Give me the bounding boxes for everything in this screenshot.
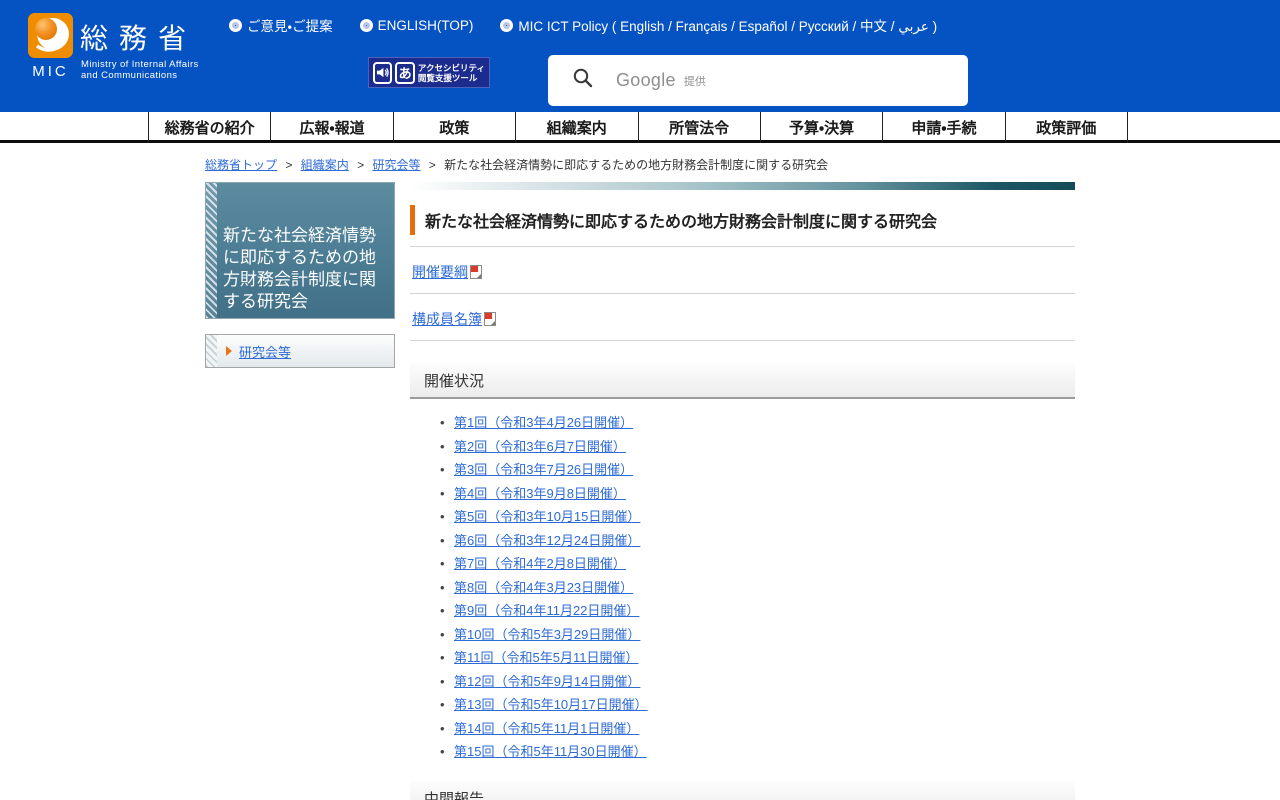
ministry-name-en: Ministry of Internal Affairs and Communi… xyxy=(81,59,199,81)
report-section-header: 中間報告 xyxy=(410,781,1075,800)
list-item: 第4回（令和3年9月8日開催） xyxy=(440,487,1075,501)
accessibility-tool-label: アクセシビリティ 閲覧支援ツール xyxy=(418,63,485,83)
list-item: 第6回（令和3年12月24日開催） xyxy=(440,534,1075,548)
breadcrumb-link-home[interactable]: 総務省トップ xyxy=(205,158,277,172)
meeting-link-8[interactable]: 第8回（令和4年3月23日開催） xyxy=(454,580,633,595)
ministry-name-jp: 総務省 xyxy=(80,17,197,57)
sidebar-banner-title: 新たな社会経済情勢に即応するための地方財務会計制度に関する研究会 xyxy=(217,183,389,318)
accessibility-tool-button[interactable]: あ アクセシビリティ 閲覧支援ツール xyxy=(368,57,490,88)
main-column: 新たな社会経済情勢に即応するための地方財務会計制度に関する研究会 開催要綱 構成… xyxy=(410,182,1075,800)
meetings-section-header: 開催状況 xyxy=(410,363,1075,399)
breadcrumb-separator: > xyxy=(285,158,292,172)
search-placeholder-provided: 提供 xyxy=(684,73,706,89)
list-item: 第15回（令和5年11月30日開催） xyxy=(440,745,1075,759)
list-item: 第13回（令和5年10月17日開催） xyxy=(440,698,1075,712)
nav-item-organization[interactable]: 組織案内 xyxy=(515,112,637,143)
utility-links: ご意見・ご提案 ENGLISH(TOP) MIC ICT Policy ( En… xyxy=(232,15,937,35)
meeting-link-11[interactable]: 第11回（令和5年5月11日開催） xyxy=(454,650,638,665)
list-item: 第3回（令和3年7月26日開催） xyxy=(440,463,1075,477)
meeting-link-9[interactable]: 第9回（令和4年11月22日開催） xyxy=(454,603,639,618)
doc-link-row: 開催要綱 xyxy=(410,247,1075,294)
hiragana-a-icon: あ xyxy=(395,62,414,84)
sidebar-banner: 新たな社会経済情勢に即応するための地方財務会計制度に関する研究会 xyxy=(205,182,395,319)
meeting-link-10[interactable]: 第10回（令和5年3月29日開催） xyxy=(454,627,640,642)
search-placeholder-google: Google xyxy=(616,70,676,91)
list-item: 第8回（令和4年3月23日開催） xyxy=(440,581,1075,595)
meeting-link-5[interactable]: 第5回（令和3年10月15日開催） xyxy=(454,509,640,524)
ring-icon xyxy=(363,22,370,29)
breadcrumb-current: 新たな社会経済情勢に即応するための地方財務会計制度に関する研究会 xyxy=(444,158,828,172)
link-feedback[interactable]: ご意見・ご提案 xyxy=(232,15,333,35)
breadcrumb-link-study-groups[interactable]: 研究会等 xyxy=(372,158,420,172)
nav-item-about[interactable]: 総務省の紹介 xyxy=(148,112,270,143)
link-mic-ict-policy[interactable]: MIC ICT Policy ( English / Français / Es… xyxy=(503,15,937,35)
sidebar-menu: 研究会等 xyxy=(205,334,395,368)
breadcrumb-separator: > xyxy=(357,158,364,172)
sidebar-item-study-groups[interactable]: 研究会等 xyxy=(239,342,291,361)
nav-item-policy[interactable]: 政策 xyxy=(393,112,515,143)
list-item: 第2回（令和3年6月7日開催） xyxy=(440,440,1075,454)
mic-logo[interactable]: MIC 総務省 Ministry of Internal Affairs and… xyxy=(28,11,258,103)
meeting-link-7[interactable]: 第7回（令和4年2月8日開催） xyxy=(454,556,626,571)
meeting-link-4[interactable]: 第4回（令和3年9月8日開催） xyxy=(454,486,626,501)
meeting-link-6[interactable]: 第6回（令和3年12月24日開催） xyxy=(454,533,640,548)
list-item: 第1回（令和3年4月26日開催） xyxy=(440,416,1075,430)
meeting-link-2[interactable]: 第2回（令和3年6月7日開催） xyxy=(454,439,626,454)
nav-item-evaluation[interactable]: 政策評価 xyxy=(1005,112,1128,143)
arrow-right-icon xyxy=(226,346,232,356)
main-nav: 総務省の紹介 広報・報道 政策 組織案内 所管法令 予算・決算 申請・手続 政策… xyxy=(0,112,1280,143)
ring-icon xyxy=(232,22,239,29)
nav-item-laws[interactable]: 所管法令 xyxy=(638,112,760,143)
meeting-link-15[interactable]: 第15回（令和5年11月30日開催） xyxy=(454,744,647,759)
mic-logo-text: MIC xyxy=(28,63,73,80)
list-item: 第10回（令和5年3月29日開催） xyxy=(440,628,1075,642)
search-icon[interactable] xyxy=(572,67,594,94)
teal-gradient-bar xyxy=(410,182,1075,190)
list-item: 第12回（令和5年9月14日開催） xyxy=(440,675,1075,689)
meetings-list: 第1回（令和3年4月26日開催） 第2回（令和3年6月7日開催） 第3回（令和3… xyxy=(440,416,1075,759)
mic-logo-icon xyxy=(28,13,73,58)
list-item: 第5回（令和3年10月15日開催） xyxy=(440,510,1075,524)
ring-icon xyxy=(503,22,510,29)
list-item: 第11回（令和5年5月11日開催） xyxy=(440,651,1075,665)
hatch-decoration xyxy=(206,183,217,318)
nav-item-budget[interactable]: 予算・決算 xyxy=(760,112,882,143)
link-english-top[interactable]: ENGLISH(TOP) xyxy=(363,18,474,33)
meeting-link-14[interactable]: 第14回（令和5年11月1日開催） xyxy=(454,721,639,736)
speaker-icon xyxy=(373,62,392,84)
content: 新たな社会経済情勢に即応するための地方財務会計制度に関する研究会 研究会等 新た… xyxy=(205,182,1075,800)
list-item: 第9回（令和4年11月22日開催） xyxy=(440,604,1075,618)
meeting-link-12[interactable]: 第12回（令和5年9月14日開催） xyxy=(454,674,640,689)
meeting-link-13[interactable]: 第13回（令和5年10月17日開催） xyxy=(454,697,648,712)
breadcrumb-link-organization[interactable]: 組織案内 xyxy=(301,158,349,172)
outline-pdf-link[interactable]: 開催要綱 xyxy=(412,264,468,280)
hatch-decoration xyxy=(206,335,217,367)
search-input[interactable]: Google 提供 xyxy=(548,55,968,106)
meeting-link-3[interactable]: 第3回（令和3年7月26日開催） xyxy=(454,462,633,477)
list-item: 第14回（令和5年11月1日開催） xyxy=(440,722,1075,736)
site-header: MIC 総務省 Ministry of Internal Affairs and… xyxy=(0,0,1280,112)
nav-item-press[interactable]: 広報・報道 xyxy=(270,112,392,143)
sidebar: 新たな社会経済情勢に即応するための地方財務会計制度に関する研究会 研究会等 xyxy=(205,182,395,368)
nav-item-applications[interactable]: 申請・手続 xyxy=(882,112,1004,143)
doc-link-row: 構成員名簿 xyxy=(410,294,1075,341)
page-title: 新たな社会経済情勢に即応するための地方財務会計制度に関する研究会 xyxy=(410,205,1075,235)
meeting-link-1[interactable]: 第1回（令和3年4月26日開催） xyxy=(454,415,633,430)
pdf-icon xyxy=(470,265,482,279)
breadcrumb: 総務省トップ > 組織案内 > 研究会等 > 新たな社会経済情勢に即応するための… xyxy=(205,156,1280,173)
members-pdf-link[interactable]: 構成員名簿 xyxy=(412,311,482,327)
breadcrumb-separator: > xyxy=(429,158,436,172)
pdf-icon xyxy=(484,312,496,326)
list-item: 第7回（令和4年2月8日開催） xyxy=(440,557,1075,571)
